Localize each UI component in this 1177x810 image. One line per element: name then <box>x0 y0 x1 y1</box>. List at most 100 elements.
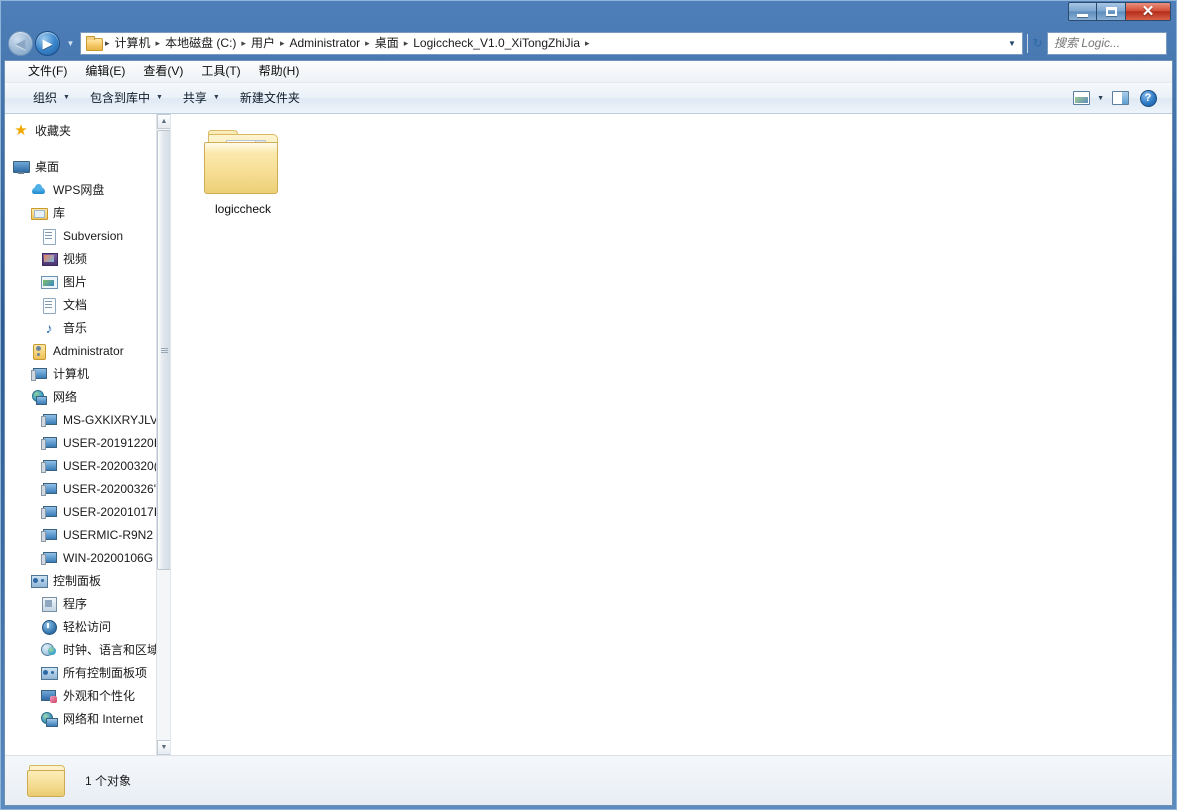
sidebar-item-24[interactable]: 外观和个性化 <box>5 684 157 707</box>
content-pane[interactable]: logiccheck <box>171 114 1172 755</box>
refresh-button[interactable]: ↻ <box>1027 34 1047 53</box>
star-icon: ★ <box>13 123 29 139</box>
sidebar-item-14[interactable]: USER-20200320( <box>5 454 157 477</box>
chevron-down-icon[interactable]: ▼ <box>1097 95 1104 102</box>
minimize-icon <box>1077 14 1088 17</box>
sidebar-item-20[interactable]: 程序 <box>5 592 157 615</box>
sidebar-item-label: 计算机 <box>53 365 89 382</box>
sidebar-item-18[interactable]: WIN-20200106G <box>5 546 157 569</box>
sidebar-item-9[interactable]: Administrator <box>5 339 157 362</box>
sidebar-item-2[interactable]: WPS网盘 <box>5 178 157 201</box>
sidebar-item-11[interactable]: 网络 <box>5 385 157 408</box>
sidebar-item-21[interactable]: 轻松访问 <box>5 615 157 638</box>
breadcrumb-item-desktop[interactable]: 桌面 <box>371 33 403 54</box>
sidebar-item-label: 外观和个性化 <box>63 687 135 704</box>
menu-item-file[interactable]: 文件(F) <box>19 62 76 81</box>
sidebar-item-label: 图片 <box>63 273 87 290</box>
sidebar-item-13[interactable]: USER-20191220I <box>5 431 157 454</box>
menu-item-tools[interactable]: 工具(T) <box>192 62 249 81</box>
close-icon: ✕ <box>1142 4 1155 19</box>
status-bar: 1 个对象 <box>5 755 1172 805</box>
sidebar-item-0[interactable]: ★ 收藏夹 <box>5 119 157 142</box>
sidebar-item-label: WIN-20200106G <box>63 551 153 565</box>
organize-button[interactable]: 组织 ▼ <box>23 87 80 109</box>
search-input[interactable] <box>1052 35 1177 51</box>
search-box[interactable]: ⚲ <box>1047 32 1167 55</box>
address-bar[interactable]: ▸ 计算机 ▸ 本地磁盘 (C:) ▸ 用户 ▸ Administrator ▸… <box>80 32 1023 55</box>
sidebar-item-22[interactable]: 时钟、语言和区域 <box>5 638 157 661</box>
folder-icon <box>86 36 102 50</box>
sidebar-item-5[interactable]: 视频 <box>5 247 157 270</box>
sidebar-item-label: USER-20201017I <box>63 505 157 519</box>
back-arrow-icon: ◀ <box>16 37 26 50</box>
recent-pages-dropdown[interactable]: ▼ <box>64 39 77 48</box>
minimize-button[interactable] <box>1068 2 1097 21</box>
sidebar-item-12[interactable]: MS-GXKIXRYJLV <box>5 408 157 431</box>
computer-icon <box>41 458 57 474</box>
include-in-library-button[interactable]: 包含到库中 ▼ <box>80 87 173 109</box>
sidebar-item-25[interactable]: 网络和 Internet <box>5 707 157 730</box>
breadcrumb-item-logiccheck[interactable]: Logiccheck_V1.0_XiTongZhiJia <box>409 33 584 54</box>
scroll-down-button[interactable]: ▼ <box>157 740 171 755</box>
sidebar-item-17[interactable]: USERMIC-R9N2 <box>5 523 157 546</box>
sidebar-item-19[interactable]: 控制面板 <box>5 569 157 592</box>
desktop-icon <box>13 159 29 175</box>
sidebar-item-label: USERMIC-R9N2 <box>63 528 153 542</box>
navigation-scrollbar[interactable]: ▲ ▼ <box>156 114 170 755</box>
back-button[interactable]: ◀ <box>8 31 33 56</box>
breadcrumb-item-users[interactable]: 用户 <box>247 33 279 54</box>
breadcrumb-item-local-disk[interactable]: 本地磁盘 (C:) <box>161 33 240 54</box>
maximize-icon <box>1106 7 1117 16</box>
close-button[interactable]: ✕ <box>1126 2 1171 21</box>
computer-icon <box>41 550 57 566</box>
sidebar-item-23[interactable]: 所有控制面板项 <box>5 661 157 684</box>
menu-item-view[interactable]: 查看(V) <box>134 62 192 81</box>
music-icon: ♪ <box>41 320 57 336</box>
navigation-pane: ★ 收藏夹桌面 WPS网盘库 Subversion 视频图片文档 ♪ 音乐 Administr… <box>5 114 171 755</box>
picture-icon <box>41 274 57 290</box>
sidebar-item-3[interactable]: 库 <box>5 201 157 224</box>
share-button[interactable]: 共享 ▼ <box>173 87 230 109</box>
sidebar-item-1[interactable]: 桌面 <box>5 155 157 178</box>
breadcrumb-separator[interactable]: ▸ <box>584 35 591 52</box>
sidebar-item-6[interactable]: 图片 <box>5 270 157 293</box>
menu-item-help[interactable]: 帮助(H) <box>250 62 309 81</box>
preview-pane-button[interactable] <box>1108 88 1132 108</box>
list-item[interactable]: logiccheck <box>189 126 297 221</box>
sidebar-item-label: 控制面板 <box>53 572 101 589</box>
chevron-down-icon: ▼ <box>156 90 163 106</box>
new-folder-button[interactable]: 新建文件夹 <box>230 87 310 109</box>
sidebar-item-label: 音乐 <box>63 319 87 336</box>
breadcrumb-item-computer[interactable]: 计算机 <box>111 33 155 54</box>
preview-pane-icon <box>1112 91 1129 105</box>
sidebar-item-label: 网络和 Internet <box>63 710 143 727</box>
scrollbar-thumb[interactable] <box>157 130 171 570</box>
sidebar-item-label: USER-20200326' <box>63 482 156 496</box>
sidebar-item-label: 时钟、语言和区域 <box>63 641 157 658</box>
scroll-up-button[interactable]: ▲ <box>157 114 171 129</box>
breadcrumb-item-administrator[interactable]: Administrator <box>285 33 364 54</box>
ease-of-access-icon <box>41 619 57 635</box>
change-view-button[interactable] <box>1069 88 1093 108</box>
network-internet-icon <box>41 711 57 727</box>
library-icon <box>31 205 47 221</box>
sidebar-item-7[interactable]: 文档 <box>5 293 157 316</box>
sidebar-item-15[interactable]: USER-20200326' <box>5 477 157 500</box>
document-icon <box>41 228 57 244</box>
sidebar-item-4[interactable]: Subversion <box>5 224 157 247</box>
maximize-button[interactable] <box>1097 2 1126 21</box>
sidebar-item-16[interactable]: USER-20201017I <box>5 500 157 523</box>
sidebar-item-8[interactable]: ♪ 音乐 <box>5 316 157 339</box>
cloud-icon <box>31 182 47 198</box>
menu-item-edit[interactable]: 编辑(E) <box>76 62 134 81</box>
computer-icon <box>41 527 57 543</box>
chevron-down-icon[interactable]: ▼ <box>1004 39 1020 48</box>
computer-icon <box>41 435 57 451</box>
help-button[interactable]: ? <box>1136 88 1160 108</box>
forward-button[interactable]: ▶ <box>35 31 60 56</box>
sidebar-item-10[interactable]: 计算机 <box>5 362 157 385</box>
window-controls: ✕ <box>1068 2 1171 21</box>
computer-icon <box>31 366 47 382</box>
chevron-down-icon: ▼ <box>213 90 220 106</box>
video-icon <box>41 251 57 267</box>
